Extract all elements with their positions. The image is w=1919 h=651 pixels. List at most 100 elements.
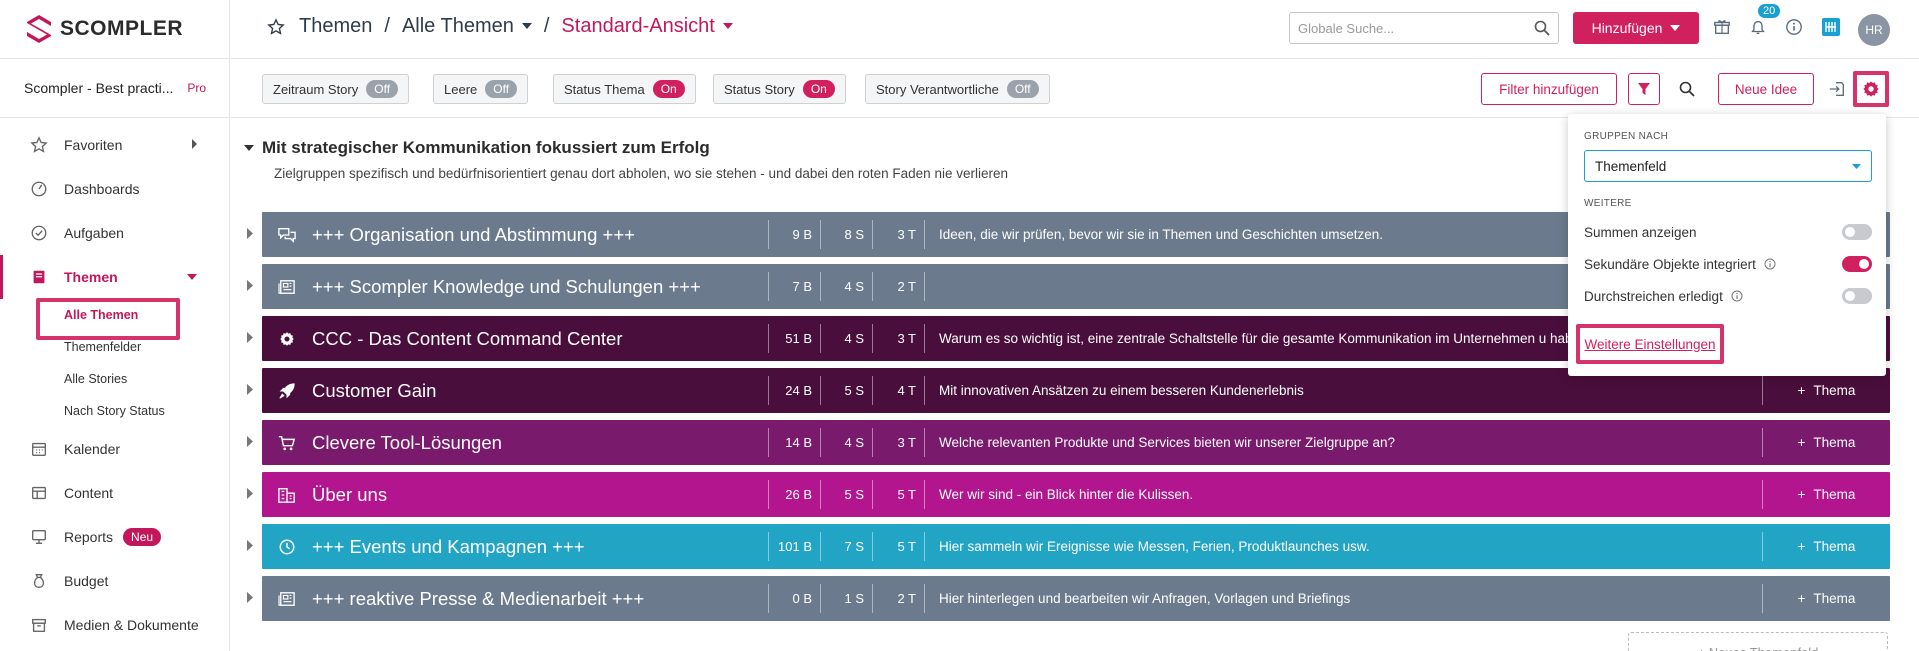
metric-stories: 4 S bbox=[820, 428, 872, 457]
theme-bar[interactable]: +++ Events und Kampagnen +++ 101 B 7 S 5… bbox=[262, 524, 1890, 569]
logo[interactable]: SCOMPLER bbox=[26, 12, 183, 46]
add-theme-button[interactable]: + Thema bbox=[1762, 428, 1890, 457]
search-icon[interactable] bbox=[1534, 20, 1550, 36]
workspace-switcher[interactable]: Scompler - Best practi... Pro bbox=[0, 58, 230, 118]
sidebar-item-kalender[interactable]: Kalender bbox=[0, 427, 230, 471]
breadcrumb-alle-themen[interactable]: Alle Themen bbox=[402, 15, 514, 38]
add-filter-button[interactable]: Filter hinzufügen bbox=[1481, 73, 1617, 105]
chip-story-verantwortliche[interactable]: Story Verantwortliche Off bbox=[865, 74, 1050, 104]
sidebar-item-content[interactable]: Content bbox=[0, 471, 230, 515]
metric-beitraege: 7 B bbox=[768, 272, 820, 301]
expand-caret-icon[interactable] bbox=[246, 384, 253, 395]
new-idea-button[interactable]: Neue Idee bbox=[1718, 73, 1814, 105]
new-theme-field-button[interactable]: + Neues Themenfeld bbox=[1628, 632, 1888, 651]
theme-row: Über uns 26 B 5 S 5 T Wer wir sind - ein… bbox=[240, 472, 1890, 517]
theme-bar[interactable]: Über uns 26 B 5 S 5 T Wer wir sind - ein… bbox=[262, 472, 1890, 517]
metric-themen: 2 T bbox=[872, 272, 924, 301]
sidebar-item-dashboards[interactable]: Dashboards bbox=[0, 167, 230, 211]
search-toolbar-button[interactable] bbox=[1671, 73, 1703, 105]
new-badge: Neu bbox=[123, 528, 162, 546]
durchstreichen-toggle[interactable] bbox=[1842, 288, 1872, 304]
gauge-icon bbox=[31, 181, 47, 197]
sidebar-subitem-nach-story-status[interactable]: Nach Story Status bbox=[64, 395, 230, 427]
chip-state: Off bbox=[1006, 80, 1039, 98]
sidebar-item-label: Budget bbox=[64, 573, 109, 589]
global-search[interactable] bbox=[1289, 12, 1559, 44]
expand-caret-icon[interactable] bbox=[246, 280, 253, 291]
chip-leere[interactable]: Leere Off bbox=[433, 74, 529, 104]
sidebar-subitem-alle-themen[interactable]: Alle Themen bbox=[36, 298, 230, 340]
workspace-name: Scompler - Best practi... bbox=[24, 80, 174, 96]
expand-caret-icon[interactable] bbox=[246, 592, 253, 603]
settings-button[interactable] bbox=[1853, 71, 1889, 107]
group-by-value: Themenfeld bbox=[1595, 158, 1667, 174]
chip-status-story[interactable]: Status Story On bbox=[713, 74, 846, 104]
view-settings-panel: GRUPPEN NACH Themenfeld WEITERE Summen a… bbox=[1568, 114, 1886, 376]
theme-bar[interactable]: Clevere Tool-Lösungen 14 B 4 S 3 T Welch… bbox=[262, 420, 1890, 465]
expand-caret-icon[interactable] bbox=[246, 332, 253, 343]
option-label: Durchstreichen erledigt bbox=[1584, 288, 1723, 304]
add-theme-button[interactable]: + Thema bbox=[1762, 376, 1890, 405]
metric-beitraege: 26 B bbox=[768, 480, 820, 509]
app-name: SCOMPLER bbox=[60, 17, 184, 40]
chip-label: Status Thema bbox=[564, 81, 645, 97]
sekundaere-objekte-toggle[interactable] bbox=[1842, 256, 1872, 272]
sidebar-item-reports[interactable]: Reports Neu bbox=[0, 515, 230, 559]
chevron-down-icon[interactable] bbox=[722, 23, 733, 30]
breadcrumb-separator: / bbox=[384, 15, 390, 37]
more-settings-link[interactable]: Weitere Einstellungen bbox=[1576, 324, 1724, 364]
bell-icon[interactable] bbox=[1749, 18, 1767, 36]
filter-toggle-button[interactable] bbox=[1628, 73, 1660, 105]
sidebar-subitem-alle-stories[interactable]: Alle Stories bbox=[64, 363, 230, 395]
info-icon[interactable] bbox=[1785, 18, 1803, 36]
expand-caret-icon[interactable] bbox=[246, 540, 253, 551]
chip-label: Status Story bbox=[724, 81, 795, 97]
sidebar-item-favoriten[interactable]: Favoriten bbox=[0, 123, 230, 167]
sidebar-item-themen[interactable]: Themen bbox=[0, 255, 230, 299]
cart-icon bbox=[262, 434, 312, 452]
gift-icon[interactable] bbox=[1713, 18, 1731, 36]
add-theme-label: Thema bbox=[1813, 435, 1856, 450]
chip-label: Story Verantwortliche bbox=[876, 81, 999, 97]
metric-stories: 5 S bbox=[820, 376, 872, 405]
chip-zeitraum-story[interactable]: Zeitraum Story Off bbox=[262, 74, 410, 104]
add-theme-button[interactable]: + Thema bbox=[1762, 480, 1890, 509]
notification-count: 20 bbox=[1758, 4, 1781, 18]
metric-beitraege: 9 B bbox=[768, 220, 820, 249]
more-options-label: WEITERE bbox=[1584, 198, 1632, 209]
group-header[interactable]: Mit strategischer Kommunikation fokussie… bbox=[244, 138, 1008, 158]
sidebar-item-aufgaben[interactable]: Aufgaben bbox=[0, 211, 230, 255]
expand-caret-icon[interactable] bbox=[246, 436, 253, 447]
add-theme-button[interactable]: + Thema bbox=[1762, 584, 1890, 613]
chevron-down-icon[interactable] bbox=[521, 23, 532, 30]
clock-icon bbox=[262, 538, 312, 556]
plus-icon: + bbox=[1797, 539, 1806, 554]
favorite-star-icon[interactable] bbox=[267, 17, 285, 36]
monitor-icon bbox=[32, 530, 46, 544]
expand-caret-icon[interactable] bbox=[246, 488, 253, 499]
metric-beitraege: 51 B bbox=[768, 324, 820, 353]
grid-app-icon[interactable] bbox=[1821, 17, 1841, 37]
chip-label: Leere bbox=[444, 81, 478, 97]
add-theme-button[interactable]: + Thema bbox=[1762, 532, 1890, 561]
export-button[interactable] bbox=[1821, 73, 1853, 105]
breadcrumb-themen[interactable]: Themen bbox=[299, 15, 372, 38]
metric-beitraege: 24 B bbox=[768, 376, 820, 405]
add-button[interactable]: Hinzufügen bbox=[1573, 12, 1699, 44]
sidebar-item-budget[interactable]: Budget bbox=[0, 559, 230, 603]
sidebar-item-medien[interactable]: Medien & Dokumente bbox=[0, 603, 230, 647]
collapse-caret-icon[interactable] bbox=[244, 144, 254, 152]
info-icon[interactable] bbox=[1764, 258, 1776, 270]
chevron-right-icon bbox=[192, 139, 197, 149]
sidebar-item-label: Dashboards bbox=[64, 181, 140, 197]
global-search-input[interactable] bbox=[1298, 20, 1534, 36]
avatar[interactable]: HR bbox=[1858, 14, 1890, 46]
chip-status-thema[interactable]: Status Thema On bbox=[553, 74, 696, 104]
expand-caret-icon[interactable] bbox=[246, 228, 253, 239]
theme-bar[interactable]: +++ reaktive Presse & Medienarbeit +++ 0… bbox=[262, 576, 1890, 621]
info-icon[interactable] bbox=[1731, 290, 1743, 302]
summen-toggle[interactable] bbox=[1842, 224, 1872, 240]
money-bag-icon bbox=[33, 574, 45, 588]
view-selector[interactable]: Standard-Ansicht bbox=[561, 15, 714, 38]
group-by-select[interactable]: Themenfeld bbox=[1584, 150, 1872, 182]
